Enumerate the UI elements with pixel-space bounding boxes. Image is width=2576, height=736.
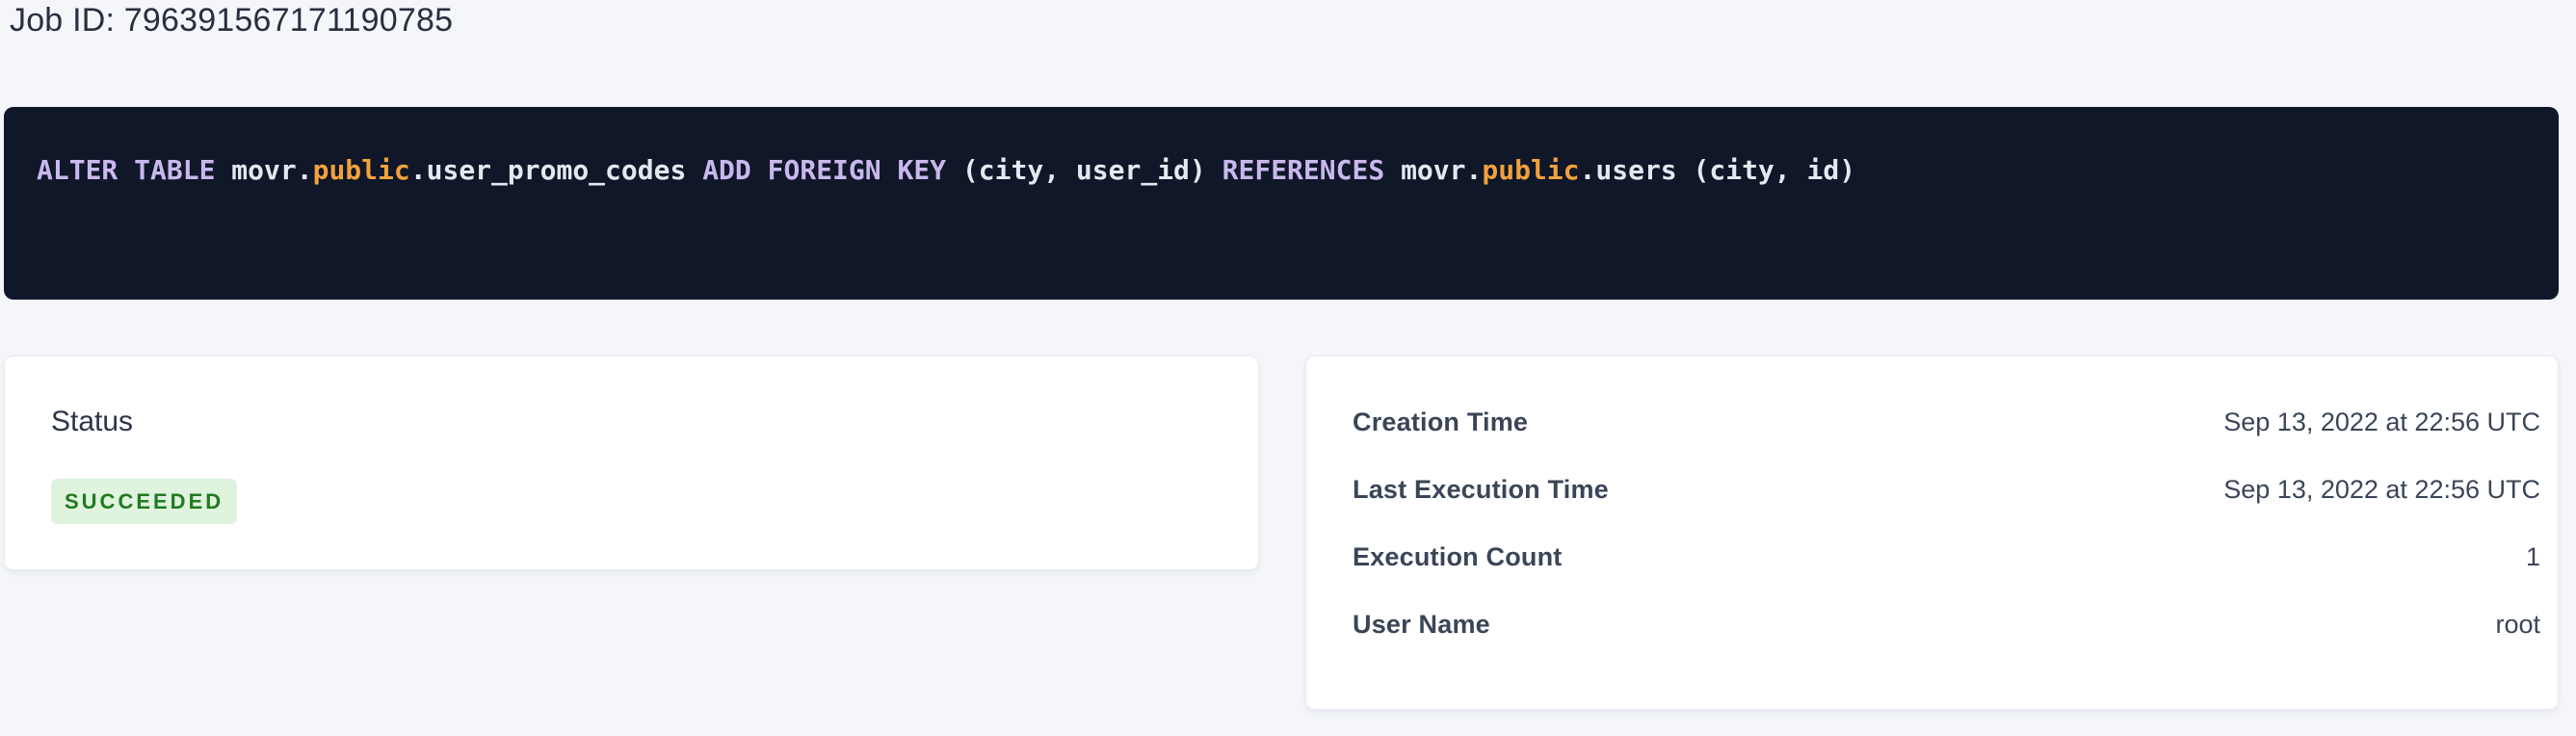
sql-statement-code: ALTER TABLE movr.public.user_promo_codes…	[37, 152, 2526, 189]
job-id-title: Job ID: 796391567171190785	[10, 2, 453, 39]
detail-row-label: Creation Time	[1353, 407, 1528, 437]
sql-token-ident: movr.	[231, 154, 312, 186]
detail-row: Last Execution Time Sep 13, 2022 at 22:56…	[1353, 470, 2540, 509]
detail-row-value: 1	[2526, 542, 2540, 572]
sql-statement-box: ALTER TABLE movr.public.user_promo_codes…	[4, 107, 2559, 300]
job-details-page: Job ID: 796391567171190785 ALTER TABLE m…	[0, 0, 2576, 736]
detail-row: Creation Time Sep 13, 2022 at 22:56 UTC	[1353, 403, 2540, 441]
sql-token-ident: .users (city, id)	[1580, 154, 1856, 186]
detail-row: User Name root	[1353, 605, 2540, 644]
sql-token-ident: .user_promo_codes	[410, 154, 702, 186]
detail-row-value: Sep 13, 2022 at 22:56 UTC	[2223, 407, 2540, 437]
detail-row-label: User Name	[1353, 610, 1490, 640]
sql-token-keyword: REFERENCES	[1222, 154, 1401, 186]
detail-row-value: Sep 13, 2022 at 22:56 UTC	[2223, 475, 2540, 505]
detail-row-label: Execution Count	[1353, 542, 1563, 572]
detail-row: Execution Count 1	[1353, 538, 2540, 576]
status-succeeded-badge: SUCCEEDED	[51, 479, 237, 524]
sql-token-ident: movr.	[1401, 154, 1482, 186]
detail-row-value: root	[2495, 610, 2540, 640]
status-card: Status SUCCEEDED	[4, 355, 1259, 570]
sql-token-keyword: ALTER TABLE	[37, 154, 231, 186]
detail-row-label: Last Execution Time	[1353, 475, 1609, 505]
status-card-heading: Status	[51, 403, 1212, 441]
sql-token-keyword: ADD FOREIGN KEY	[702, 154, 962, 186]
job-details-card: Creation TimeSep 13, 2022 at 22:56 UTCLa…	[1305, 355, 2559, 710]
sql-token-schema: public	[1482, 154, 1579, 186]
sql-token-ident: (city, user_id)	[962, 154, 1222, 186]
sql-token-schema: public	[313, 154, 410, 186]
